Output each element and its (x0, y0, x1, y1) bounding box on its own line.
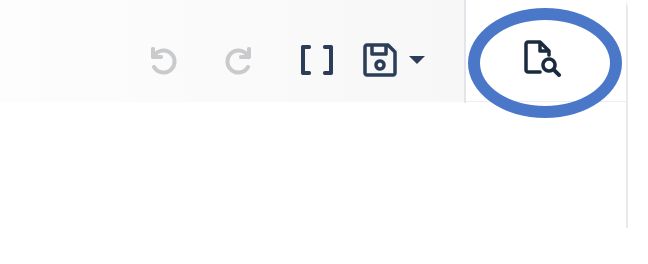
redo-icon (225, 47, 251, 75)
save-button[interactable] (360, 38, 400, 82)
brackets-button[interactable] (294, 38, 340, 82)
save-icon (363, 43, 397, 77)
undo-button[interactable] (138, 38, 186, 82)
undo-icon (151, 47, 177, 75)
redo-button[interactable] (216, 38, 264, 82)
save-dropdown-toggle[interactable] (400, 44, 434, 76)
side-panel-toolbar (466, 0, 626, 102)
chevron-down-icon (409, 56, 425, 64)
brackets-icon (301, 45, 333, 75)
toolbar (0, 0, 464, 102)
document-search-button[interactable] (516, 36, 570, 84)
document-search-icon (524, 40, 561, 77)
